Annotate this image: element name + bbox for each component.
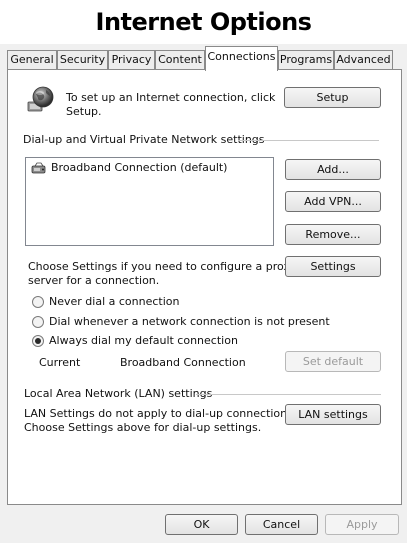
setup-instructions: To set up an Internet connection, click … <box>66 91 275 119</box>
radio-label: Always dial my default connection <box>49 334 238 347</box>
proxy-settings-text: Choose Settings if you need to configure… <box>28 260 296 288</box>
tab-connections[interactable]: Connections <box>205 46 278 71</box>
connection-label: Broadband Connection (default) <box>51 161 228 174</box>
radio-button[interactable] <box>32 296 44 308</box>
current-label: Current <box>39 356 81 369</box>
apply-button[interactable]: Apply <box>325 514 399 535</box>
radio-dial-when-no-network[interactable]: Dial whenever a network connection is no… <box>32 315 332 329</box>
lan-settings-text: LAN Settings do not apply to dial-up con… <box>24 407 296 435</box>
list-item[interactable]: Broadband Connection (default) <box>31 161 271 177</box>
window-title: Internet Options <box>0 8 407 40</box>
lan-text-line1: LAN Settings do not apply to dial-up con… <box>24 407 297 420</box>
setup-text-line1: To set up an Internet connection, click <box>66 91 276 104</box>
cancel-button[interactable]: Cancel <box>245 514 318 535</box>
tab-strip: General Security Privacy Content Connect… <box>7 46 402 71</box>
set-default-button[interactable]: Set default <box>285 351 381 372</box>
tab-advanced[interactable]: Advanced <box>334 50 393 70</box>
internet-options-dialog: Internet Options General Security Privac… <box>0 0 407 543</box>
add-button[interactable]: Add... <box>285 159 381 180</box>
proxy-text-line2: server for a connection. <box>28 274 160 287</box>
setup-text-line2: Setup. <box>66 105 102 118</box>
settings-button[interactable]: Settings <box>285 256 381 277</box>
connections-list[interactable]: Broadband Connection (default) <box>25 157 274 246</box>
tab-programs[interactable]: Programs <box>278 50 334 70</box>
radio-never-dial[interactable]: Never dial a connection <box>32 295 332 309</box>
tab-general[interactable]: General <box>7 50 57 70</box>
lan-section-heading: Local Area Network (LAN) settings <box>24 387 213 400</box>
add-vpn-button[interactable]: Add VPN... <box>285 191 381 212</box>
tab-content[interactable]: Content <box>155 50 205 70</box>
setup-button[interactable]: Setup <box>284 87 381 108</box>
radio-button[interactable] <box>32 316 44 328</box>
tab-privacy[interactable]: Privacy <box>108 50 155 70</box>
remove-button[interactable]: Remove... <box>285 224 381 245</box>
broadband-connection-icon <box>31 162 47 176</box>
radio-dot <box>35 338 41 344</box>
tab-security[interactable]: Security <box>57 50 108 70</box>
radio-label: Dial whenever a network connection is no… <box>49 315 330 328</box>
current-connection-value: Broadband Connection <box>120 356 246 369</box>
lan-settings-button[interactable]: LAN settings <box>285 404 381 425</box>
globe-network-icon <box>26 85 56 113</box>
connections-panel: To set up an Internet connection, click … <box>7 69 402 505</box>
dialup-section-divider <box>238 140 379 141</box>
lan-section-divider <box>196 394 381 395</box>
ok-button[interactable]: OK <box>165 514 238 535</box>
dialup-section-heading: Dial-up and Virtual Private Network sett… <box>23 133 265 146</box>
radio-always-dial-default[interactable]: Always dial my default connection <box>32 334 332 348</box>
radio-label: Never dial a connection <box>49 295 180 308</box>
radio-button-selected[interactable] <box>32 335 44 347</box>
lan-text-line2: Choose Settings above for dial-up settin… <box>24 421 262 434</box>
proxy-text-line1: Choose Settings if you need to configure… <box>28 260 297 273</box>
